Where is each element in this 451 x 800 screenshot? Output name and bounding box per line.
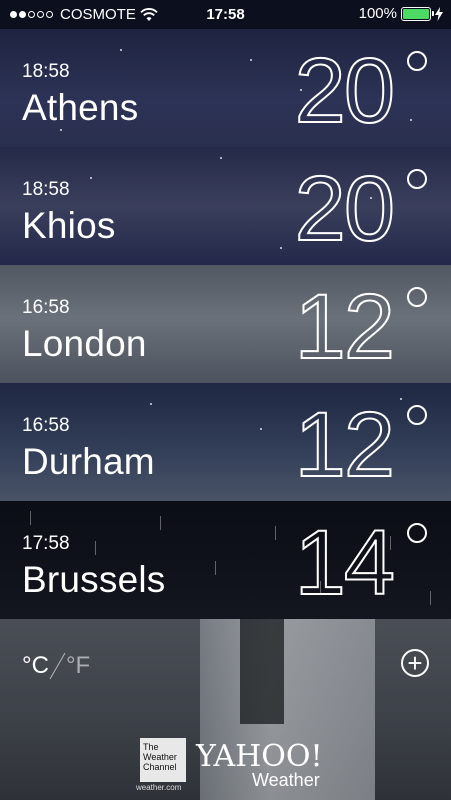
degree-icon bbox=[407, 287, 427, 307]
city-row-brussels[interactable]: 17:58 Brussels 14 bbox=[0, 501, 451, 619]
city-local-time: 16:58 bbox=[22, 297, 70, 318]
yahoo-logo[interactable]: YAHOO! bbox=[196, 739, 323, 774]
city-name: Brussels bbox=[22, 559, 166, 600]
city-local-time: 18:58 bbox=[22, 179, 70, 200]
city-name: Durham bbox=[22, 441, 155, 482]
city-list: 18:58 Athens 20 18:58 Khios 20 16:58 Lon… bbox=[0, 29, 451, 619]
degree-icon bbox=[407, 523, 427, 543]
yahoo-weather-label: Weather bbox=[252, 770, 320, 790]
status-bar: COSMOTE 17:58 100% bbox=[0, 0, 451, 30]
celsius-option[interactable]: °C bbox=[22, 652, 49, 680]
city-name: Athens bbox=[22, 87, 139, 128]
fahrenheit-option[interactable]: °F bbox=[66, 652, 90, 680]
city-local-time: 16:58 bbox=[22, 415, 70, 436]
weather-channel-url[interactable]: weather.com bbox=[136, 783, 181, 792]
city-local-time: 18:58 bbox=[22, 61, 70, 82]
unit-divider bbox=[49, 652, 66, 680]
degree-icon bbox=[407, 169, 427, 189]
unit-toggle[interactable]: °C °F bbox=[22, 651, 90, 681]
charging-icon bbox=[435, 6, 443, 21]
city-name: London bbox=[22, 323, 147, 364]
city-temperature: 20 bbox=[294, 158, 396, 260]
status-bar-right: 100% bbox=[359, 5, 443, 22]
background-photo-door bbox=[240, 619, 284, 724]
city-row-khios[interactable]: 18:58 Khios 20 bbox=[0, 147, 451, 265]
city-local-time: 17:58 bbox=[22, 533, 70, 554]
city-temperature: 14 bbox=[294, 512, 396, 614]
battery-percentage: 100% bbox=[358, 5, 397, 22]
city-row-athens[interactable]: 18:58 Athens 20 bbox=[0, 29, 451, 147]
city-temperature: 12 bbox=[294, 394, 396, 496]
plus-icon: + bbox=[407, 648, 423, 678]
add-city-button[interactable]: + bbox=[401, 649, 429, 677]
footer: °C °F + The Weather Channel weather.com … bbox=[0, 619, 451, 800]
city-row-london[interactable]: 16:58 London 12 bbox=[0, 265, 451, 383]
city-temperature: 12 bbox=[294, 276, 396, 378]
city-row-durham[interactable]: 16:58 Durham 12 bbox=[0, 383, 451, 501]
degree-icon bbox=[407, 51, 427, 71]
city-temperature: 20 bbox=[294, 40, 396, 142]
degree-icon bbox=[407, 405, 427, 425]
weather-channel-logo[interactable]: The Weather Channel bbox=[140, 738, 186, 782]
city-name: Khios bbox=[22, 205, 116, 246]
battery-icon bbox=[401, 6, 434, 21]
